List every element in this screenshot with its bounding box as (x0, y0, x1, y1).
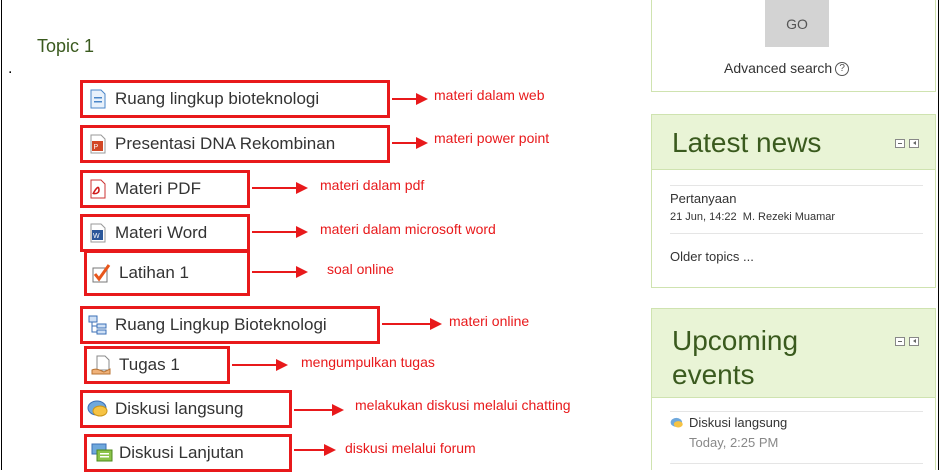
dock-icon[interactable] (909, 337, 919, 346)
activity-label: Presentasi DNA Rekombinan (115, 134, 336, 153)
event-item[interactable]: Diskusi langsung (670, 415, 787, 430)
stray-dot: . (8, 60, 13, 77)
latest-news-title: Latest news (672, 127, 822, 158)
activity-web-page[interactable]: Ruang lingkup bioteknologi (80, 80, 390, 118)
activity-chat[interactable]: Diskusi langsung (80, 390, 292, 428)
search-go-button[interactable]: GO (765, 0, 829, 47)
event-name: Diskusi langsung (689, 415, 788, 430)
block-controls (895, 337, 919, 346)
assignment-icon (91, 354, 113, 376)
svg-text:W: W (93, 233, 100, 240)
annotation-arrow (252, 226, 308, 238)
event-time: Today, 2:25 PM (689, 435, 779, 450)
advanced-search-label: Advanced search (724, 60, 833, 76)
annotation-note: mengumpulkan tugas (301, 354, 435, 370)
news-item-title[interactable]: Pertanyaan (670, 191, 737, 206)
activity-book[interactable]: Ruang Lingkup Bioteknologi (80, 306, 380, 344)
activity-word[interactable]: W Materi Word (80, 214, 250, 252)
annotation-note: melakukan diskusi melalui chatting (355, 397, 571, 413)
dock-icon[interactable] (909, 139, 919, 148)
activity-pdf[interactable]: Materi PDF (80, 170, 250, 208)
advanced-search-link[interactable]: Advanced search? (724, 60, 850, 77)
news-item-meta: 21 Jun, 14:22 M. Rezeki Muamar (670, 211, 836, 223)
annotation-note: materi power point (434, 130, 550, 146)
upcoming-events-title-line2: events (672, 359, 755, 390)
activity-label: Tugas 1 (119, 355, 180, 374)
activity-label: Materi Word (115, 223, 208, 242)
activity-label: Diskusi Lanjutan (119, 443, 244, 462)
powerpoint-icon: P (87, 133, 109, 155)
chat-icon (87, 398, 109, 420)
quiz-checkmark-icon (91, 262, 113, 284)
annotation-note: materi dalam microsoft word (320, 221, 496, 237)
minimize-icon[interactable] (895, 337, 905, 346)
annotation-arrow (382, 318, 442, 330)
book-structure-icon (87, 314, 109, 336)
upcoming-events-header: Upcoming events (652, 309, 935, 398)
forum-icon (91, 442, 113, 464)
latest-news-block: Latest news Pertanyaan 21 Jun, 14:22 M. … (651, 114, 936, 288)
svg-text:P: P (94, 144, 99, 151)
annotation-arrow (232, 359, 288, 371)
annotation-arrow (294, 444, 336, 456)
events-divider (670, 463, 923, 464)
block-controls (895, 139, 919, 148)
annotation-note: materi online (449, 313, 530, 329)
annotation-note: diskusi melalui forum (345, 440, 476, 456)
events-divider (670, 411, 923, 412)
annotation-note: soal online (327, 261, 394, 277)
chat-icon (670, 416, 684, 430)
activity-label: Ruang Lingkup Bioteknologi (115, 315, 327, 334)
news-divider (670, 185, 923, 186)
older-topics-link[interactable]: Older topics ... (670, 249, 754, 264)
latest-news-header: Latest news (652, 115, 935, 170)
annotation-arrow (252, 266, 308, 278)
news-divider (670, 233, 923, 234)
topic-title: Topic 1 (37, 36, 95, 56)
word-icon: W (87, 222, 109, 244)
annotation-arrow (392, 137, 428, 149)
annotation-note: materi dalam pdf (320, 177, 425, 193)
activity-label: Latihan 1 (119, 263, 189, 282)
activity-label: Ruang lingkup bioteknologi (115, 89, 320, 108)
annotation-arrow (392, 93, 428, 105)
activity-label: Materi PDF (115, 179, 201, 198)
minimize-icon[interactable] (895, 139, 905, 148)
activity-quiz[interactable]: Latihan 1 (84, 250, 250, 296)
activity-label: Diskusi langsung (115, 399, 244, 418)
upcoming-events-block: Upcoming events Diskusi langsung Today, … (651, 308, 936, 470)
annotation-arrow (294, 404, 344, 416)
upcoming-events-title-line1: Upcoming (672, 325, 799, 356)
annotation-note: materi dalam web (434, 87, 545, 103)
activity-powerpoint[interactable]: P Presentasi DNA Rekombinan (80, 125, 390, 163)
annotation-arrow (252, 182, 308, 194)
pdf-icon (87, 178, 109, 200)
activity-forum[interactable]: Diskusi Lanjutan (84, 434, 292, 472)
help-icon[interactable]: ? (835, 62, 850, 77)
web-page-icon (87, 88, 109, 110)
activity-assignment[interactable]: Tugas 1 (84, 346, 230, 384)
